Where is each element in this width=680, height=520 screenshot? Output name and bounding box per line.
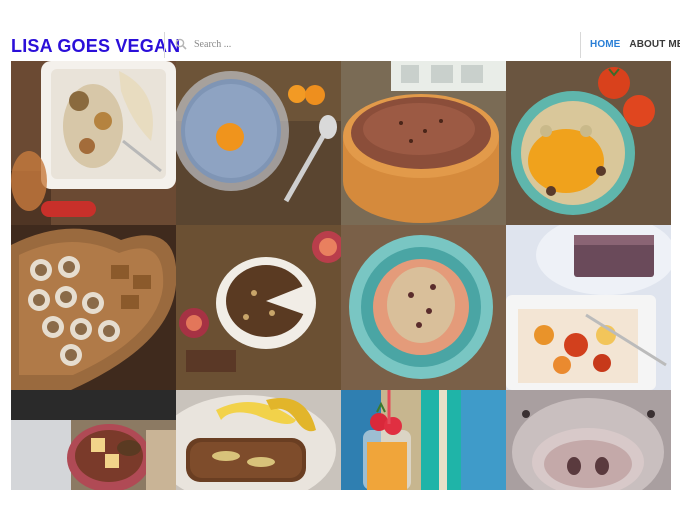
nav-about-me[interactable]: ABOUT ME xyxy=(629,39,680,50)
porridge-with-pear-photo[interactable] xyxy=(11,61,176,225)
stuffed-tomatoes-photo[interactable] xyxy=(11,390,176,490)
teal-bowl-porridge-photo[interactable] xyxy=(341,225,506,390)
heart-plate-bites-photo[interactable] xyxy=(11,225,176,390)
site-header: LISA GOES VEGAN HOME ABOUT ME xyxy=(0,28,680,62)
nav-home[interactable]: HOME xyxy=(590,39,620,50)
pig-snout-photo[interactable] xyxy=(506,390,671,490)
search-icon xyxy=(175,37,187,50)
chocolate-tart-photo[interactable] xyxy=(341,61,506,225)
chia-pudding-photo[interactable] xyxy=(176,61,341,225)
search-input[interactable] xyxy=(194,35,404,53)
cake-and-fruit-salad-photo[interactable] xyxy=(506,225,671,390)
photo-grid xyxy=(11,61,671,490)
strawberry-drink-photo[interactable] xyxy=(341,390,506,490)
main-nav: HOME ABOUT ME xyxy=(590,39,680,50)
banana-bread-photo[interactable] xyxy=(176,390,341,490)
header-divider xyxy=(164,32,165,58)
turquoise-bowl-porridge-photo[interactable] xyxy=(506,61,671,225)
site-title[interactable]: LISA GOES VEGAN xyxy=(11,36,180,57)
header-divider xyxy=(580,32,581,58)
search-box[interactable] xyxy=(172,34,412,56)
nut-cake-with-figs-photo[interactable] xyxy=(176,225,341,390)
